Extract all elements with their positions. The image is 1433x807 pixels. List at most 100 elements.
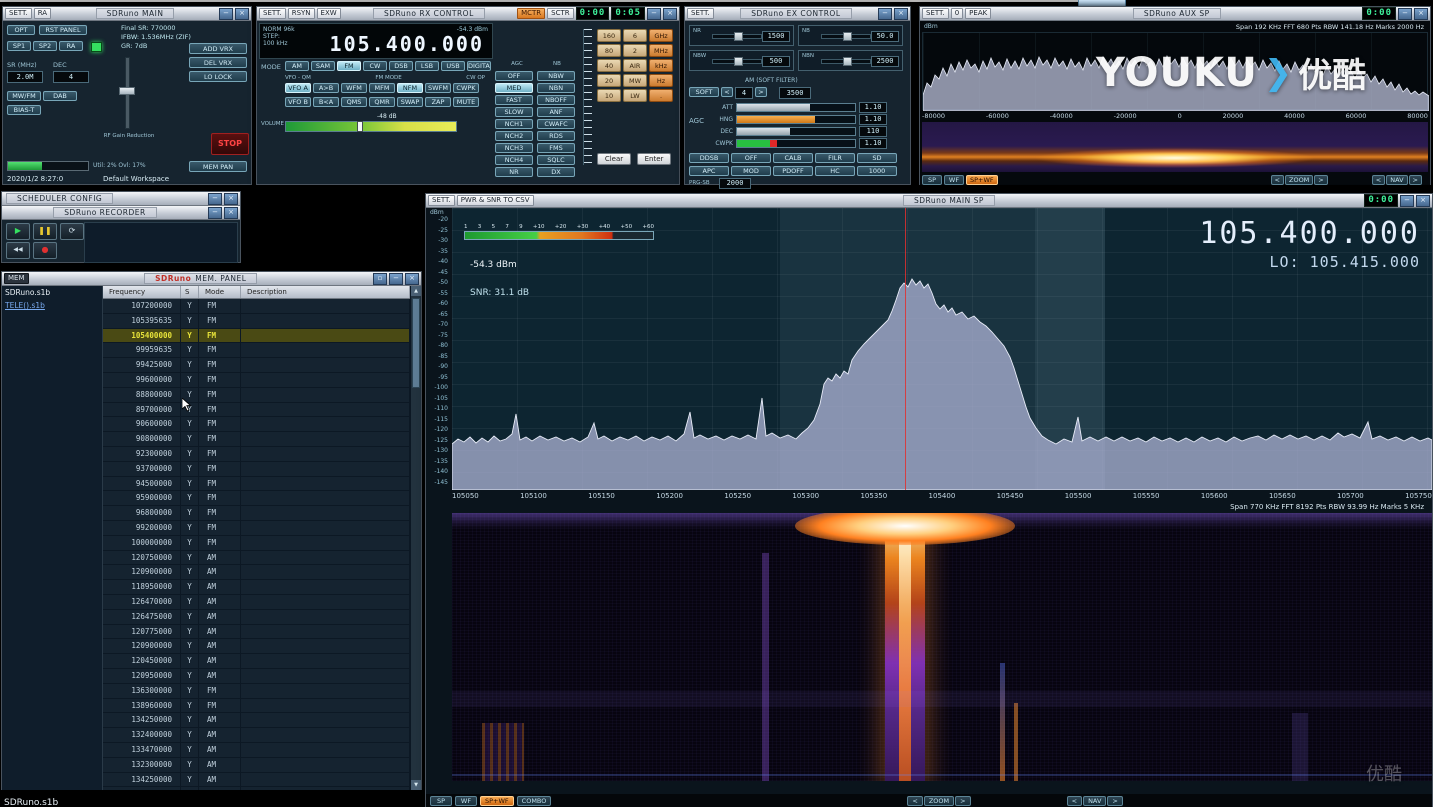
band-key[interactable]: MW <box>623 74 647 87</box>
field-value[interactable]: 2.0M <box>7 71 43 83</box>
ex-bar[interactable]: CWPK 1.10 <box>711 137 887 149</box>
ex-bar[interactable]: DEC 110 <box>711 125 887 137</box>
table-row[interactable]: 93700000 Y FM <box>103 461 410 477</box>
rx-button[interactable]: CWPK <box>453 83 479 93</box>
column-header[interactable]: Description <box>241 286 410 298</box>
ex-button[interactable]: OFF <box>731 153 771 163</box>
band-key[interactable]: 40 <box>597 59 621 72</box>
ex-slider-group[interactable]: NB 50.0 <box>798 25 903 46</box>
keypad-band-slider[interactable] <box>583 29 592 165</box>
table-row[interactable]: 89700000 Y FM <box>103 402 410 418</box>
display-mode-button[interactable]: SP <box>922 175 942 185</box>
nav-control[interactable]: > <box>1408 175 1422 185</box>
aux-titlebar[interactable]: SETT. 0 PEAK SDRuno AUX SP 0:00 − × <box>920 7 1430 21</box>
transport-button[interactable]: ⟳ <box>60 223 84 240</box>
opt-button[interactable]: OPT <box>7 25 35 35</box>
titlebar-button[interactable]: SETT. <box>428 195 455 206</box>
zoom-control[interactable]: < <box>907 796 923 806</box>
nav-control[interactable]: NAV <box>1083 796 1107 806</box>
ex-bar[interactable]: HNG 1.10 <box>711 113 887 125</box>
band-key[interactable]: 80 <box>597 44 621 57</box>
mainsp-frequency-readout[interactable]: 105.400.000 <box>1199 216 1420 251</box>
table-row[interactable]: 107200000 Y FM <box>103 299 410 314</box>
mode-button[interactable]: FM <box>337 61 361 71</box>
recorder-titlebar[interactable]: SDRuno RECORDER − × <box>2 206 240 220</box>
rx-button[interactable]: SWFM <box>425 83 451 93</box>
mode-button[interactable]: DSB <box>389 61 413 71</box>
titlebar-button[interactable]: SETT. <box>687 8 714 19</box>
rx-side-button[interactable]: CWAFC <box>537 119 575 129</box>
unit-key[interactable]: MHz <box>649 44 673 57</box>
close-button[interactable]: × <box>894 7 909 20</box>
ex-bar-track[interactable] <box>736 114 856 124</box>
scroll-down-arrow[interactable]: ▼ <box>411 780 421 790</box>
mem-pan-button[interactable]: MEM PAN <box>189 161 247 172</box>
mainsp-spectrum[interactable]: 1 3 5 7 9 +10 +20 +30 +40 +50 +60 -54.3 dBm SNR: 3… <box>452 208 1432 490</box>
table-row[interactable]: 99200000 Y FM <box>103 520 410 536</box>
ex-slider-group[interactable]: NBN 2500 <box>798 50 903 71</box>
minimize-button[interactable]: − <box>647 7 662 20</box>
mode-button[interactable]: LSB <box>415 61 439 71</box>
rx-side-button[interactable]: OFF <box>495 71 533 81</box>
ex-button[interactable]: DDSB <box>689 153 729 163</box>
vrx-button[interactable]: DEL VRX <box>189 57 247 68</box>
clear-key[interactable]: Clear <box>597 153 631 165</box>
ex-bar[interactable]: ATT 1.10 <box>711 101 887 113</box>
table-row[interactable]: 120900000 Y AM <box>103 639 410 655</box>
rx-titlebar[interactable]: SETT. RSYN EXW SDRuno RX CONTROL MCTR SCTR… <box>257 7 679 21</box>
band-key[interactable]: 160 <box>597 29 621 42</box>
titlebar-button[interactable]: SETT. <box>5 8 32 19</box>
ex-button[interactable]: 1000 <box>857 166 897 176</box>
zoom-control[interactable]: < <box>1270 175 1284 185</box>
ex-button[interactable]: FILR <box>815 153 855 163</box>
titlebar-button[interactable]: 0 <box>950 8 964 19</box>
rx-button[interactable]: NFM <box>397 83 423 93</box>
field-value[interactable]: 4 <box>53 71 89 83</box>
transport-button[interactable]: ● <box>33 242 57 259</box>
ex-bar-track[interactable] <box>736 138 856 148</box>
vrx-button[interactable]: ADD VRX <box>189 43 247 54</box>
rx-side-button[interactable]: FAST <box>495 95 533 105</box>
rx-side-button[interactable]: FMS <box>537 143 575 153</box>
nav-control[interactable]: < <box>1066 796 1083 806</box>
table-row[interactable]: 132300000 Y AM <box>103 757 410 773</box>
mem-left-button[interactable]: MEM <box>4 273 29 284</box>
table-row[interactable]: 90800000 Y FM <box>103 432 410 447</box>
enter-key[interactable]: Enter <box>637 153 671 165</box>
minimize-button[interactable]: − <box>1398 7 1412 20</box>
rx-side-button[interactable]: DX <box>537 167 575 177</box>
display-mode-button[interactable]: SP+WF <box>480 796 514 806</box>
band-key[interactable]: 20 <box>597 74 621 87</box>
close-button[interactable]: × <box>235 7 249 20</box>
mem-titlebar[interactable]: MEM SDRuno MEM. PANEL ▫ − × <box>2 272 421 286</box>
bank-file[interactable]: SDRuno.s1b <box>2 286 102 299</box>
table-row[interactable]: 118950000 Y AM <box>103 580 410 595</box>
bias-t-button[interactable]: BIAS-T <box>7 105 41 115</box>
mctr-button[interactable]: MCTR <box>517 8 546 19</box>
rx-button[interactable]: SWAP <box>397 97 423 107</box>
unit-key[interactable]: Hz <box>649 74 673 87</box>
nav-control[interactable]: NAV <box>1386 175 1408 185</box>
titlebar-button[interactable]: SETT. <box>259 8 286 19</box>
pin-icon[interactable]: ▫ <box>373 272 387 285</box>
rx-button[interactable]: MFM <box>369 83 395 93</box>
table-row[interactable]: 132400000 Y AM <box>103 728 410 743</box>
column-header[interactable]: Frequency <box>103 286 181 298</box>
volume-slider[interactable] <box>285 121 457 132</box>
rx-button[interactable]: VFO A <box>285 83 311 93</box>
table-row[interactable]: 99600000 Y FM <box>103 372 410 388</box>
table-row[interactable]: 133470000 Y AM <box>103 742 410 758</box>
rx-button[interactable]: A>B <box>313 83 339 93</box>
transport-button[interactable]: ▶ <box>6 223 30 240</box>
table-row[interactable]: 100000000 Y FM <box>103 535 410 551</box>
close-button[interactable]: × <box>1416 194 1431 207</box>
close-button[interactable]: × <box>224 192 238 205</box>
minimize-button[interactable]: − <box>219 7 233 20</box>
close-button[interactable]: × <box>405 272 419 285</box>
table-row[interactable]: 120450000 Y AM <box>103 654 410 669</box>
table-row[interactable]: 88800000 Y FM <box>103 387 410 403</box>
display-mode-button[interactable]: COMBO <box>516 796 552 806</box>
mode-button[interactable]: DIGITAL <box>467 61 491 71</box>
table-row[interactable]: 136300000 Y FM <box>103 683 410 699</box>
table-row[interactable]: 95900000 Y FM <box>103 491 410 507</box>
